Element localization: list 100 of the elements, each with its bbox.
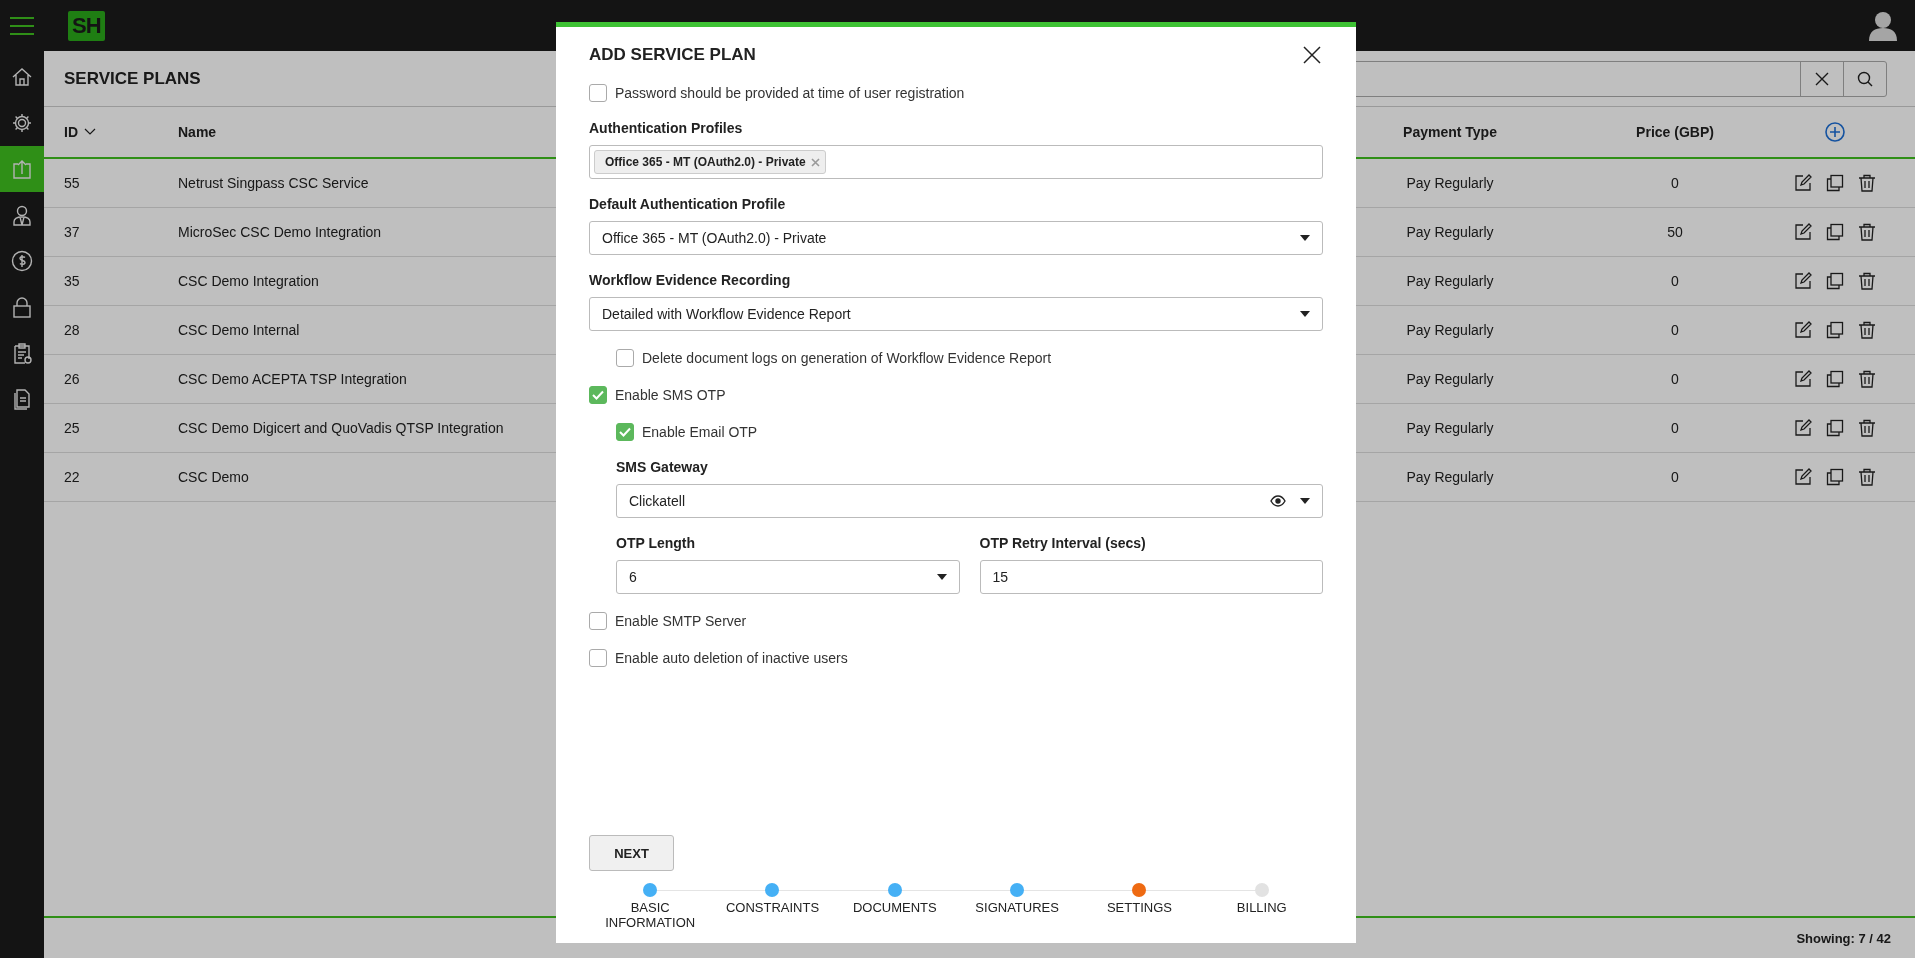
table-cell-text: 25 — [63, 420, 81, 436]
menu-icon[interactable] — [10, 16, 34, 35]
trash-icon[interactable] — [1858, 370, 1876, 388]
step-label[interactable]: BILLING — [1211, 901, 1312, 917]
checkbox[interactable] — [589, 649, 607, 667]
input-field[interactable]: 15 — [979, 560, 1323, 594]
step-dot[interactable] — [643, 883, 658, 898]
checkbox[interactable] — [589, 386, 607, 404]
checkbox-label: Enable Email OTP — [642, 424, 758, 440]
step-label[interactable]: SETTINGS — [1089, 901, 1190, 917]
trash-icon[interactable] — [1858, 272, 1876, 290]
clear-icon[interactable] — [1815, 71, 1829, 86]
step-label[interactable]: CONSTRAINTS — [722, 901, 823, 917]
lock-icon[interactable] — [11, 296, 33, 318]
table-cell-text: 50 — [1666, 224, 1684, 240]
tag: Office 365 - MT (OAuth2.0) - Private — [594, 150, 826, 174]
checkbox-label: Password should be provided at time of user registration — [615, 85, 965, 101]
search-icon[interactable] — [1857, 70, 1873, 87]
field-label: OTP Retry Interval (secs) — [979, 535, 1147, 551]
edit-icon[interactable] — [1794, 321, 1812, 339]
copy-icon[interactable] — [1826, 468, 1844, 486]
step-dot[interactable] — [1132, 883, 1147, 898]
next-button[interactable]: NEXT — [589, 835, 674, 872]
clipboard-icon[interactable] — [11, 342, 33, 364]
checkbox-label: Enable auto deletion of inactive users — [615, 650, 848, 666]
edit-icon[interactable] — [1794, 419, 1812, 437]
record-count: Showing: 7 / 42 — [1796, 930, 1891, 946]
field-label: Default Authentication Profile — [589, 196, 787, 212]
user-avatar-icon[interactable] — [1869, 10, 1897, 41]
table-cell-text: 37 — [63, 224, 81, 240]
table-cell-text: 0 — [1670, 420, 1680, 436]
copy-icon[interactable] — [1826, 174, 1844, 192]
trash-icon[interactable] — [1858, 321, 1876, 339]
close-icon[interactable] — [1303, 46, 1321, 64]
checkbox-label: Delete document logs on generation of Workflow Evidence Report — [642, 350, 1052, 366]
table-cell: Netrust Singpass CSC Service — [178, 175, 369, 191]
table-cell-text: Pay Regularly — [1405, 224, 1495, 240]
copy-icon[interactable] — [1826, 272, 1844, 290]
dollar-icon[interactable] — [11, 250, 33, 272]
table-cell: CSC Demo Integration — [178, 273, 319, 289]
logo[interactable]: SH — [68, 10, 105, 41]
field-label: OTP Length — [616, 535, 697, 551]
column-header[interactable]: Price (GBP) — [1595, 124, 1755, 140]
table-cell-text: Pay Regularly — [1405, 420, 1495, 436]
step-dot[interactable] — [1010, 883, 1025, 898]
page-title: SERVICE PLANS — [64, 68, 201, 89]
add-icon[interactable] — [1825, 122, 1845, 142]
table-cell: CSC Demo ACEPTA TSP Integration — [178, 371, 407, 387]
edit-icon[interactable] — [1794, 174, 1812, 192]
checkbox[interactable] — [616, 349, 634, 367]
edit-icon[interactable] — [1794, 223, 1812, 241]
edit-icon[interactable] — [1794, 272, 1812, 290]
dropdown[interactable]: 6 — [616, 560, 960, 594]
field-label: SMS Gateway — [616, 459, 709, 475]
field-label: Authentication Profiles — [589, 120, 744, 136]
trash-icon[interactable] — [1858, 174, 1876, 192]
table-cell: CSC Demo Digicert and QuoVadis QTSP Integration — [178, 420, 504, 436]
table-cell-text: 0 — [1670, 371, 1680, 387]
caret-icon — [936, 574, 947, 580]
edit-icon[interactable] — [1794, 468, 1812, 486]
dropdown[interactable]: Clickatell — [616, 484, 1323, 518]
eye-icon[interactable] — [1270, 495, 1286, 507]
dialog-title: ADD SERVICE PLAN — [589, 45, 756, 65]
trash-icon[interactable] — [1858, 223, 1876, 241]
dropdown[interactable]: Office 365 - MT (OAuth2.0) - Private — [589, 221, 1323, 255]
copy-icon[interactable] — [1826, 223, 1844, 241]
copy-icon[interactable] — [1826, 370, 1844, 388]
table-cell-text: 55 — [63, 175, 81, 191]
checkbox-label: Enable SMS OTP — [615, 387, 726, 403]
field-label: Workflow Evidence Recording — [589, 272, 792, 288]
step-dot[interactable] — [765, 883, 780, 898]
gear-icon[interactable] — [11, 112, 33, 134]
home-icon[interactable] — [11, 66, 33, 88]
column-header[interactable]: ID — [44, 124, 178, 140]
document-icon[interactable] — [11, 388, 33, 410]
step-label[interactable]: DOCUMENTS — [844, 901, 945, 917]
checkbox[interactable] — [589, 84, 607, 102]
trash-icon[interactable] — [1858, 468, 1876, 486]
checkbox[interactable] — [589, 612, 607, 630]
step-label[interactable]: BASIC INFORMATION — [600, 901, 701, 931]
copy-icon[interactable] — [1826, 321, 1844, 339]
caret-icon — [1300, 235, 1310, 241]
table-cell-text: Pay Regularly — [1405, 273, 1495, 289]
dropdown[interactable]: Detailed with Workflow Evidence Report — [589, 297, 1323, 331]
table-cell-text: Pay Regularly — [1405, 175, 1495, 191]
caret-icon — [1300, 311, 1310, 317]
tag-input-field[interactable]: Office 365 - MT (OAuth2.0) - Private — [589, 145, 1323, 179]
step-dot[interactable] — [887, 883, 902, 898]
trash-icon[interactable] — [1858, 419, 1876, 437]
sort-caret-icon[interactable] — [84, 128, 96, 136]
table-cell-text: Pay Regularly — [1405, 469, 1495, 485]
copy-icon[interactable] — [1826, 419, 1844, 437]
step-dot[interactable] — [1254, 883, 1269, 898]
checkbox[interactable] — [616, 423, 634, 441]
table-cell: MicroSec CSC Demo Integration — [178, 224, 382, 240]
checkbox-label: Enable SMTP Server — [615, 613, 747, 629]
person-icon[interactable] — [11, 204, 33, 226]
edit-icon[interactable] — [1794, 370, 1812, 388]
step-label[interactable]: SIGNATURES — [967, 901, 1068, 917]
table-cell-text: 35 — [63, 273, 81, 289]
